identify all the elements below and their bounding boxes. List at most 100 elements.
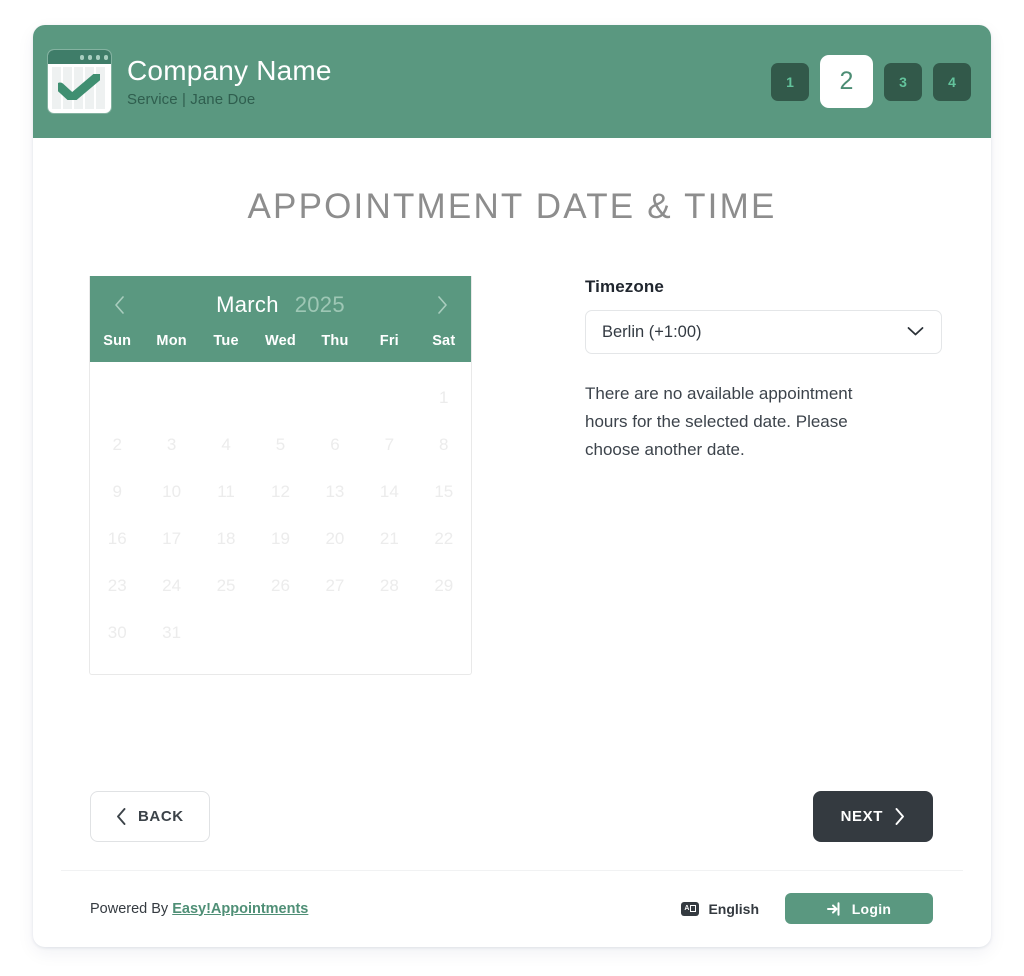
no-hours-message: There are no available appointment hours… <box>585 384 853 459</box>
back-button-label: BACK <box>138 808 184 825</box>
chevron-right-icon <box>895 808 904 825</box>
calendar-day-27: 27 <box>325 575 345 595</box>
weekday-fri: Fri <box>379 333 399 349</box>
calendar-day-grid: 1 2 3 4 5 6 7 8 9 10 11 12 13 14 15 16 17 18 19 20 21 22 23 24 2… <box>90 362 471 674</box>
service-provider-label: Service | Jane Doe <box>127 90 256 108</box>
step-indicator: 1 2 3 4 <box>771 55 971 108</box>
timezone-label: Timezone <box>585 277 664 296</box>
page-title: APPOINTMENT DATE & TIME <box>247 187 777 226</box>
calendar-cell-empty <box>417 609 471 656</box>
chevron-right-icon[interactable] <box>427 290 457 320</box>
sign-in-icon <box>826 901 840 916</box>
app-page: Company Name Service | Jane Doe 1 2 3 4 … <box>0 0 1024 976</box>
next-button-label: NEXT <box>840 808 883 825</box>
language-selector[interactable]: A English <box>681 901 759 917</box>
calendar-day-10: 10 <box>162 481 182 501</box>
back-button[interactable]: BACK <box>90 791 210 842</box>
calendar-day-30: 30 <box>107 622 127 642</box>
powered-by-label: Powered By <box>90 900 169 917</box>
calendar-day-25: 25 <box>216 575 236 595</box>
calendar-nav: March 2025 <box>90 276 471 333</box>
next-button[interactable]: NEXT <box>812 791 933 842</box>
calendar-day-8: 8 <box>439 434 449 454</box>
calendar-day-13: 13 <box>325 481 345 501</box>
calendar-day-28: 28 <box>379 575 399 595</box>
login-button[interactable]: Login <box>785 893 933 924</box>
chevron-left-glyph <box>114 295 124 314</box>
calendar-day-17: 17 <box>162 528 182 548</box>
brand: Company Name Service | Jane Doe <box>48 50 332 113</box>
calendar-day-26: 26 <box>271 575 290 595</box>
calendar-day-24: 24 <box>162 575 182 595</box>
calendar-day-15: 15 <box>434 481 454 501</box>
booking-columns: March 2025 Sun Mon Tue Wed Thu Fri Sat 1… <box>59 276 965 675</box>
calendar-day-11: 11 <box>217 481 235 501</box>
logo-dot <box>95 55 100 60</box>
logo-dot <box>79 55 84 60</box>
calendar-cell-empty <box>362 609 416 656</box>
chevron-right-glyph <box>437 295 447 314</box>
calendar-month: March <box>216 291 279 317</box>
calendar-day-3: 3 <box>166 434 177 454</box>
calendar-day-31: 31 <box>162 622 182 642</box>
weekday-sat: Sat <box>432 333 456 349</box>
timezone-selected-value: Berlin (+1:00) <box>602 322 702 341</box>
calendar-day-16: 16 <box>107 528 127 548</box>
calendar-year: 2025 <box>294 291 345 317</box>
step-1[interactable]: 1 <box>771 62 809 101</box>
weekday-wed: Wed <box>265 333 296 349</box>
calendar-cell-empty <box>199 374 253 421</box>
calendar-weekday-row: Sun Mon Tue Wed Thu Fri Sat <box>90 333 471 362</box>
calendar-day-2: 2 <box>112 434 122 454</box>
calendar-day-19: 19 <box>271 528 290 548</box>
language-label: English <box>708 900 759 917</box>
calendar-day-23: 23 <box>107 575 127 595</box>
timezone-select[interactable]: Berlin (+1:00) <box>585 310 942 354</box>
brand-text: Company Name Service | Jane Doe <box>127 55 332 107</box>
logo-dot <box>103 55 108 60</box>
calendar-day-1: 1 <box>439 387 449 407</box>
calendar-cell-empty <box>253 374 307 421</box>
calendar-day-21: 21 <box>379 528 399 548</box>
translate-icon-letter: A <box>684 905 690 912</box>
chevron-down-glyph <box>907 327 924 336</box>
calendar-cell-empty <box>308 374 362 421</box>
weekday-sun: Sun <box>103 333 132 349</box>
translate-icon: A <box>681 901 700 916</box>
calendar-day-18: 18 <box>216 528 236 548</box>
calendar-cell-empty <box>199 609 253 656</box>
calendar-day-20: 20 <box>325 528 345 548</box>
chevron-left-icon[interactable] <box>104 290 134 320</box>
calendar-cell-empty <box>144 374 198 421</box>
translate-icon-box <box>690 905 697 912</box>
app-footer: Powered By Easy!Appointments A English L… <box>61 871 963 946</box>
booking-card: Company Name Service | Jane Doe 1 2 3 4 … <box>33 25 991 947</box>
calendar-cell-empty <box>253 609 307 656</box>
date-picker: March 2025 Sun Mon Tue Wed Thu Fri Sat 1… <box>89 276 472 675</box>
calendar-day-29: 29 <box>434 575 454 595</box>
chevron-down-icon <box>907 323 924 342</box>
step-4[interactable]: 4 <box>933 62 971 101</box>
calendar-cell-empty <box>308 609 362 656</box>
calendar-cell-empty <box>362 374 416 421</box>
powered-by: Powered By Easy!Appointments <box>90 901 308 917</box>
calendar-column: March 2025 Sun Mon Tue Wed Thu Fri Sat 1… <box>89 276 501 675</box>
calendar-check-icon <box>48 50 111 113</box>
logo-dot <box>87 55 92 60</box>
step-2[interactable]: 2 <box>820 55 873 108</box>
calendar-day-6: 6 <box>330 434 340 454</box>
easyappointments-link[interactable]: Easy!Appointments <box>172 901 308 917</box>
step-3[interactable]: 3 <box>884 62 922 101</box>
form-actions: BACK NEXT <box>61 791 963 842</box>
timezone-column: Timezone Berlin (+1:00) There are no ava… <box>501 276 942 675</box>
calendar-header: March 2025 Sun Mon Tue Wed Thu Fri Sat <box>90 276 471 362</box>
weekday-mon: Mon <box>156 333 187 349</box>
weekday-tue: Tue <box>213 333 239 349</box>
calendar-cell-empty <box>90 374 144 421</box>
check-mark-icon <box>58 74 100 100</box>
calendar-day-12: 12 <box>271 481 290 501</box>
calendar-day-7: 7 <box>384 434 395 454</box>
calendar-month-year: March 2025 <box>134 292 427 318</box>
chevron-left-icon <box>117 808 126 825</box>
app-header: Company Name Service | Jane Doe 1 2 3 4 <box>33 25 991 138</box>
